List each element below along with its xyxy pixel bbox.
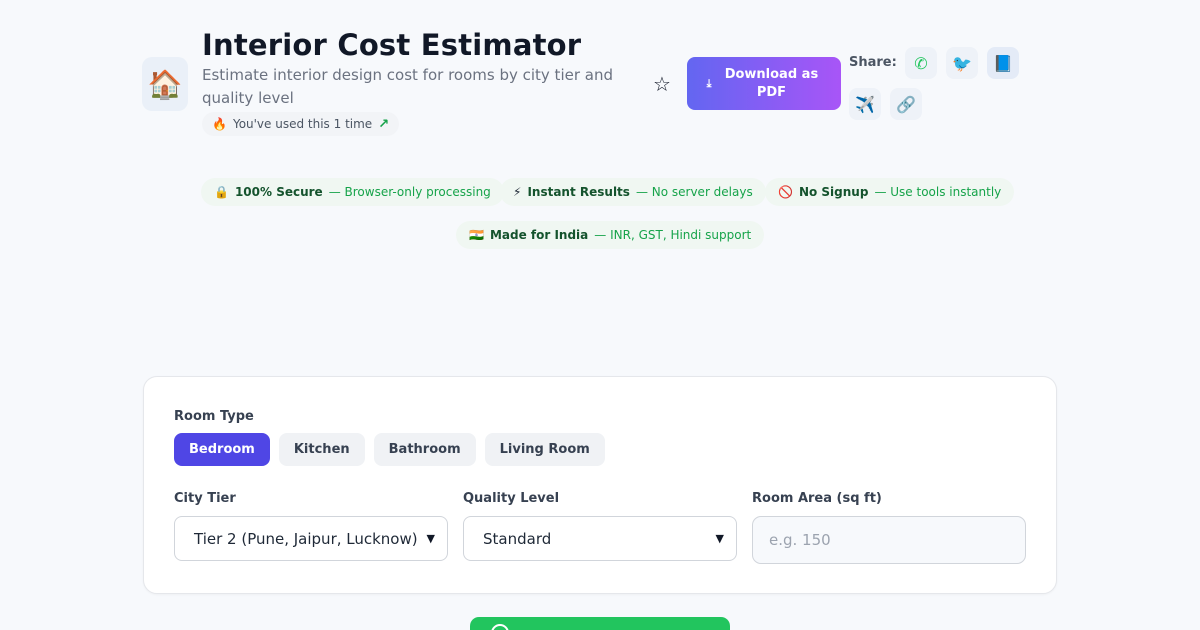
chevron-down-icon: ▼ xyxy=(426,532,435,545)
india-flag-icon: 🇮🇳 xyxy=(469,228,484,242)
badge-made-for-india: 🇮🇳 Made for India — INR, GST, Hindi supp… xyxy=(456,221,765,249)
badge-instant: ⚡ Instant Results — No server delays xyxy=(500,178,766,206)
room-area-input[interactable] xyxy=(752,516,1026,564)
lock-icon: 🔒 xyxy=(214,185,229,199)
room-tab-bathroom[interactable]: Bathroom xyxy=(373,433,476,466)
room-tab-kitchen[interactable]: Kitchen xyxy=(278,433,365,466)
quality-level-select[interactable]: Standard ▼ xyxy=(463,516,737,561)
download-icon: ⤓ xyxy=(706,76,712,90)
usage-text: You've used this 1 time xyxy=(232,117,373,131)
lightning-icon: ⚡ xyxy=(513,185,522,199)
usage-counter: 🔥 You've used this 1 time ↗ xyxy=(202,112,400,136)
telegram-icon[interactable]: ✈️ xyxy=(849,88,881,120)
twitter-icon[interactable]: 🐦 xyxy=(946,47,978,79)
badge-secure: 🔒 100% Secure — Browser-only processing xyxy=(201,178,504,206)
badge-no-signup: 🚫 No Signup — Use tools instantly xyxy=(765,178,1015,206)
calculate-button[interactable] xyxy=(470,617,730,630)
chevron-down-icon: ▼ xyxy=(715,532,724,545)
share-label: Share: xyxy=(849,55,897,70)
city-tier-value: Tier 2 (Pune, Jaipur, Lucknow) xyxy=(194,529,418,548)
room-tab-bedroom[interactable]: Bedroom xyxy=(174,433,270,466)
favorite-star-icon[interactable]: ☆ xyxy=(650,72,674,96)
room-type-tabs: Bedroom Kitchen Bathroom Living Room xyxy=(174,433,605,466)
city-tier-label: City Tier xyxy=(174,491,236,506)
download-pdf-label: Download as PDF xyxy=(724,66,819,100)
trending-up-icon: ↗ xyxy=(378,116,390,132)
link-icon[interactable]: 🔗 xyxy=(890,88,922,120)
estimator-form-card: Room Type Bedroom Kitchen Bathroom Livin… xyxy=(143,376,1057,594)
quality-level-label: Quality Level xyxy=(463,491,560,506)
calculator-icon xyxy=(491,624,509,630)
city-tier-select[interactable]: Tier 2 (Pune, Jaipur, Lucknow) ▼ xyxy=(174,516,448,561)
room-tab-living-room[interactable]: Living Room xyxy=(484,433,605,466)
facebook-icon[interactable]: 📘 xyxy=(987,47,1019,79)
page-title: Interior Cost Estimator xyxy=(202,28,582,62)
badge-desc: — No server delays xyxy=(635,185,753,199)
fire-icon: 🔥 xyxy=(212,117,227,131)
room-type-label: Room Type xyxy=(174,409,254,424)
download-pdf-button[interactable]: ⤓ Download as PDF xyxy=(687,57,841,110)
app-logo-house-icon: 🏠 xyxy=(142,57,188,111)
whatsapp-icon[interactable]: ✆ xyxy=(905,47,937,79)
no-entry-icon: 🚫 xyxy=(778,185,793,199)
house-icon: 🏠 xyxy=(147,67,183,101)
badge-title: Instant Results xyxy=(527,185,630,199)
room-area-label: Room Area (sq ft) xyxy=(752,491,882,506)
badge-desc: — INR, GST, Hindi support xyxy=(594,228,752,242)
badge-title: No Signup xyxy=(798,185,869,199)
badge-desc: — Browser-only processing xyxy=(328,185,491,199)
badge-desc: — Use tools instantly xyxy=(874,185,1002,199)
page-subtitle: Estimate interior design cost for rooms … xyxy=(202,66,613,107)
badge-title: Made for India xyxy=(489,228,589,242)
badge-title: 100% Secure xyxy=(234,185,323,199)
quality-level-value: Standard xyxy=(483,529,552,548)
